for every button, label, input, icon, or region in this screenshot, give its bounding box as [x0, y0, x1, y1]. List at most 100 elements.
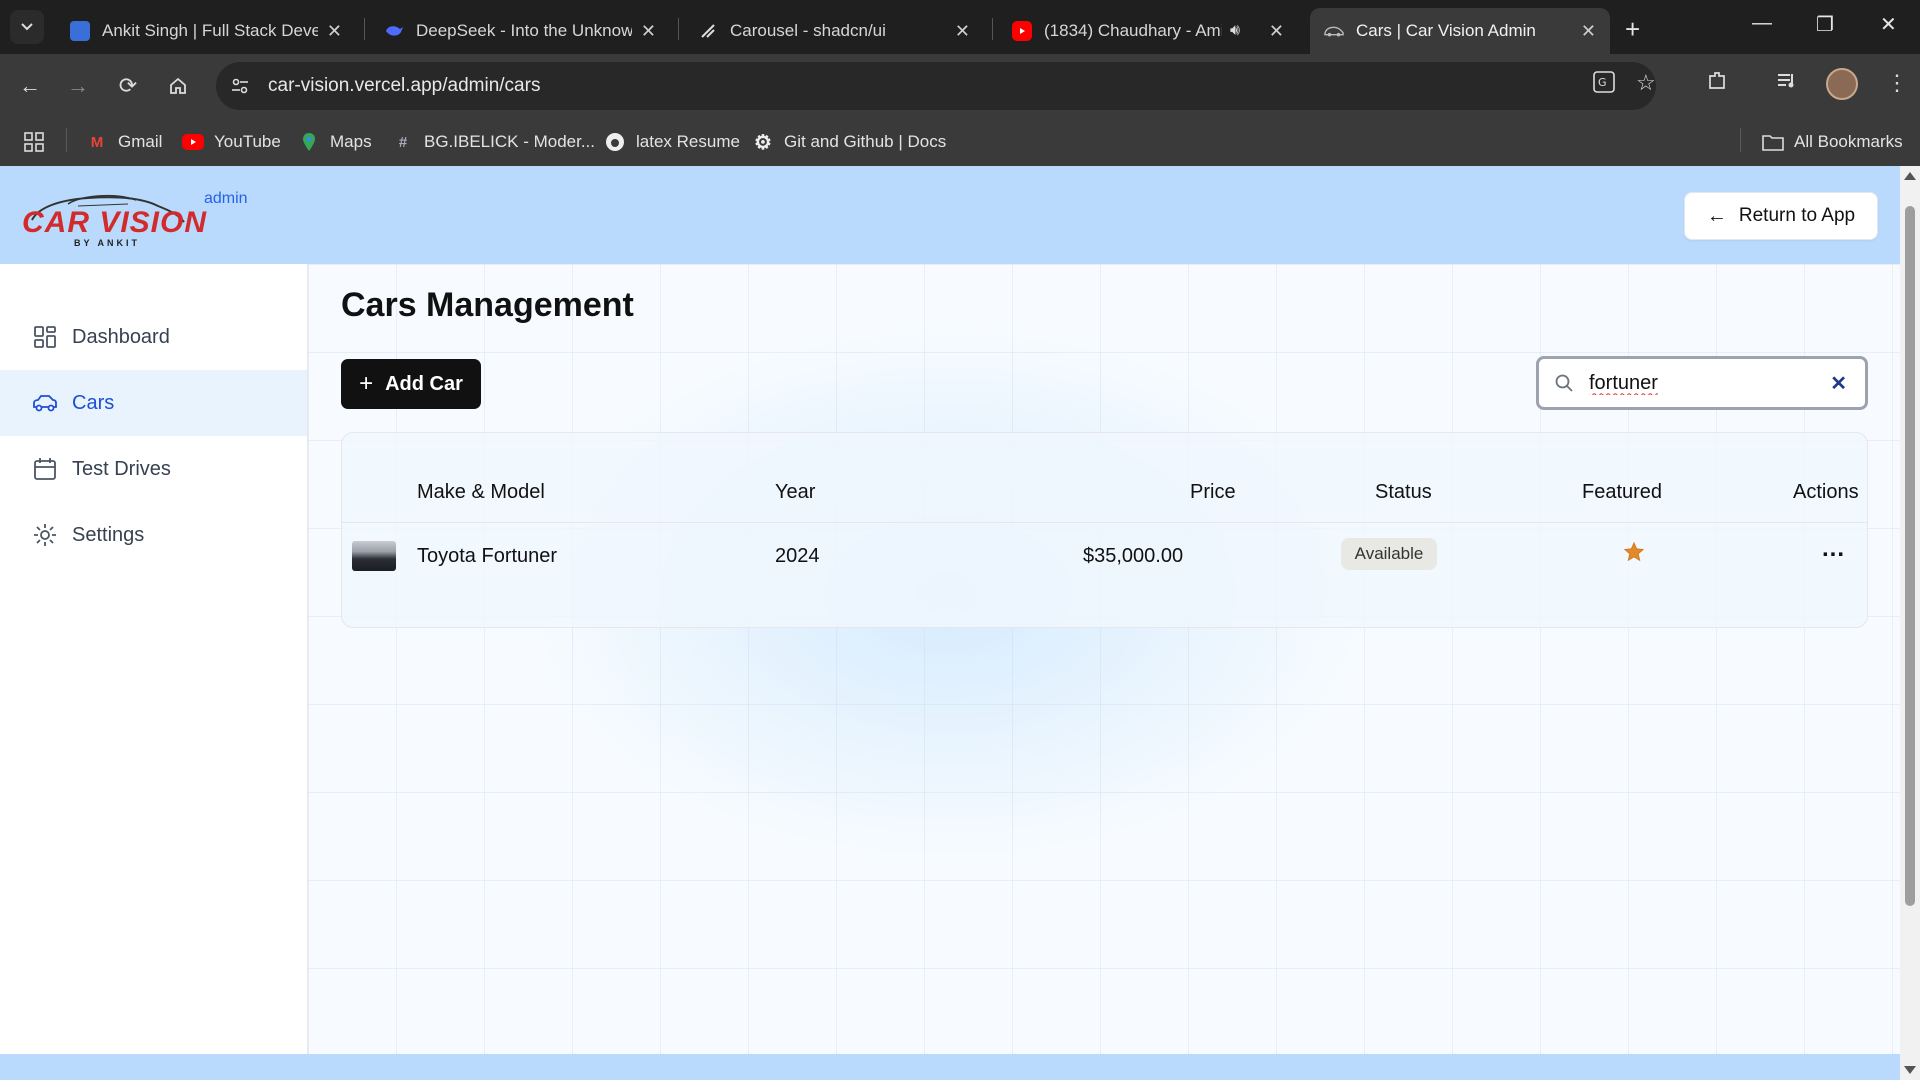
menu-kebab-icon[interactable]: ⋮: [1886, 70, 1908, 96]
bookmark-maps[interactable]: Maps: [298, 132, 372, 152]
browser-tab-4[interactable]: (1834) Chaudhary - Amit 🔊︎ ✕: [998, 8, 1298, 54]
sidebar-item-label: Cars: [72, 391, 115, 414]
cell-year: 2024: [775, 545, 820, 567]
table-header-divider: [342, 522, 1867, 523]
add-car-label: Add Car: [385, 372, 463, 395]
sidebar-item-label: Settings: [72, 523, 145, 546]
minimize-icon[interactable]: —: [1752, 12, 1772, 35]
tab-title: (1834) Chaudhary - Amit: [1044, 21, 1222, 40]
home-icon[interactable]: [162, 70, 194, 102]
reload-icon[interactable]: ⟳: [112, 70, 144, 102]
return-to-app-label: Return to App: [1738, 205, 1856, 226]
chevron-down-icon: [21, 23, 33, 31]
search-field[interactable]: ✕: [1536, 356, 1868, 410]
app-header: CAR VISION BY ANKIT admin ← Return to Ap…: [0, 166, 1900, 264]
sidebar-item-settings[interactable]: Settings: [0, 502, 307, 568]
plus-icon: +: [359, 370, 374, 397]
scroll-up-arrow-icon[interactable]: [1904, 172, 1916, 180]
close-tab-icon[interactable]: ✕: [1581, 21, 1596, 42]
bookmark-label: YouTube: [214, 132, 281, 151]
main-content: Cars Management + Add Car ✕ Make & Model…: [308, 264, 1900, 1080]
footer-band: [0, 1054, 1900, 1080]
featured-star-icon[interactable]: [1621, 539, 1647, 565]
new-tab-button[interactable]: +: [1625, 14, 1640, 45]
bookmark-youtube[interactable]: YouTube: [182, 132, 281, 152]
page-scrollbar[interactable]: [1900, 166, 1920, 1080]
calendar-icon: [32, 456, 58, 482]
translate-icon[interactable]: G: [1592, 70, 1616, 100]
clear-search-icon[interactable]: ✕: [1830, 371, 1847, 396]
tab-title: Ankit Singh | Full Stack Develo: [102, 21, 318, 40]
admin-sidebar: Dashboard Cars Test Drives Settings: [0, 264, 308, 1080]
admin-tag: admin: [204, 190, 248, 207]
bookmark-label: Maps: [330, 132, 372, 151]
browser-tab-2[interactable]: DeepSeek - Into the Unknown ✕: [370, 8, 670, 54]
sidebar-item-cars[interactable]: Cars: [0, 370, 307, 436]
cell-make-model: Toyota Fortuner: [417, 545, 558, 567]
sidebar-item-label: Test Drives: [72, 457, 171, 480]
web-page: CAR VISION BY ANKIT admin ← Return to Ap…: [0, 166, 1900, 1080]
profile-avatar[interactable]: [1826, 68, 1858, 100]
bookmark-star-icon[interactable]: ☆: [1636, 70, 1656, 96]
bookmark-git-github[interactable]: ⚙ Git and Github | Docs: [752, 132, 947, 154]
status-badge[interactable]: Available: [1341, 538, 1437, 570]
folder-icon: [1762, 132, 1784, 152]
browser-tab-5-active[interactable]: Cars | Car Vision Admin ✕: [1310, 8, 1610, 54]
column-header-price[interactable]: Price: [1190, 481, 1236, 504]
tab-title: Carousel - shadcn/ui: [730, 21, 886, 40]
media-controls-icon[interactable]: [1776, 70, 1798, 96]
forward-icon[interactable]: →: [62, 70, 94, 102]
gmail-icon: M: [90, 133, 104, 151]
bookmark-label: BG.IBELICK - Moder...: [424, 132, 596, 151]
browser-toolbar: ← → ⟳ car-vision.vercel.app/admin/cars G…: [0, 54, 1920, 118]
address-bar[interactable]: car-vision.vercel.app/admin/cars: [216, 62, 1656, 110]
url-text: car-vision.vercel.app/admin/cars: [268, 75, 541, 96]
browser-tab-strip: Ankit Singh | Full Stack Develo ✕ DeepSe…: [0, 0, 1920, 54]
all-bookmarks[interactable]: All Bookmarks: [1762, 132, 1903, 152]
search-input[interactable]: [1589, 371, 1809, 395]
dashboard-icon: [32, 324, 58, 350]
cell-price: $35,000.00: [1083, 545, 1184, 567]
bookmark-bg-ibelick[interactable]: # BG.IBELICK - Moder...: [392, 132, 595, 152]
scroll-down-arrow-icon[interactable]: [1904, 1066, 1916, 1074]
bookmark-latex-resume[interactable]: latex Resume: [604, 132, 740, 152]
close-tab-icon[interactable]: ✕: [1269, 21, 1284, 42]
scroll-thumb[interactable]: [1905, 206, 1915, 906]
logo-subtitle: BY ANKIT: [74, 238, 141, 248]
close-tab-icon[interactable]: ✕: [955, 21, 970, 42]
apps-grid-icon[interactable]: [24, 132, 44, 152]
add-car-button[interactable]: + Add Car: [341, 359, 481, 409]
car-icon: [32, 390, 58, 416]
browser-tab-3[interactable]: Carousel - shadcn/ui ✕: [684, 8, 984, 54]
close-window-icon[interactable]: ✕: [1880, 12, 1897, 37]
column-header-status[interactable]: Status: [1375, 481, 1432, 504]
tab-search-button[interactable]: [10, 10, 44, 44]
arrow-left-icon: ←: [1706, 204, 1727, 227]
speaker-icon[interactable]: 🔊︎: [1230, 22, 1240, 40]
logo-text: CAR VISION: [22, 206, 208, 239]
overleaf-icon: [604, 132, 626, 152]
bookmark-gmail[interactable]: M Gmail: [86, 132, 163, 152]
hash-icon: #: [398, 133, 408, 151]
close-tab-icon[interactable]: ✕: [327, 21, 342, 42]
all-bookmarks-label: All Bookmarks: [1794, 132, 1903, 151]
row-actions-menu-icon[interactable]: ...: [1822, 535, 1845, 563]
sidebar-item-label: Dashboard: [72, 325, 170, 348]
close-tab-icon[interactable]: ✕: [641, 21, 656, 42]
bookmark-label: Git and Github | Docs: [784, 132, 947, 151]
sidebar-item-dashboard[interactable]: Dashboard: [0, 304, 307, 370]
extensions-icon[interactable]: [1706, 70, 1728, 98]
page-title: Cars Management: [341, 286, 634, 324]
restore-icon[interactable]: ❐: [1816, 12, 1834, 37]
tab-title: Cars | Car Vision Admin: [1356, 21, 1536, 40]
column-header-year[interactable]: Year: [775, 481, 815, 504]
bookmarks-bar: M Gmail YouTube Maps # BG.IBELICK - Mode…: [0, 118, 1920, 166]
column-header-make-model[interactable]: Make & Model: [417, 481, 545, 504]
browser-tab-1[interactable]: Ankit Singh | Full Stack Develo ✕: [56, 8, 356, 54]
site-info-icon[interactable]: [226, 72, 254, 100]
deepseek-favicon-icon: [384, 21, 404, 41]
return-to-app-button[interactable]: ← Return to App: [1684, 192, 1878, 240]
back-icon[interactable]: ←: [14, 70, 46, 102]
column-header-featured[interactable]: Featured: [1582, 481, 1662, 504]
sidebar-item-test-drives[interactable]: Test Drives: [0, 436, 307, 502]
